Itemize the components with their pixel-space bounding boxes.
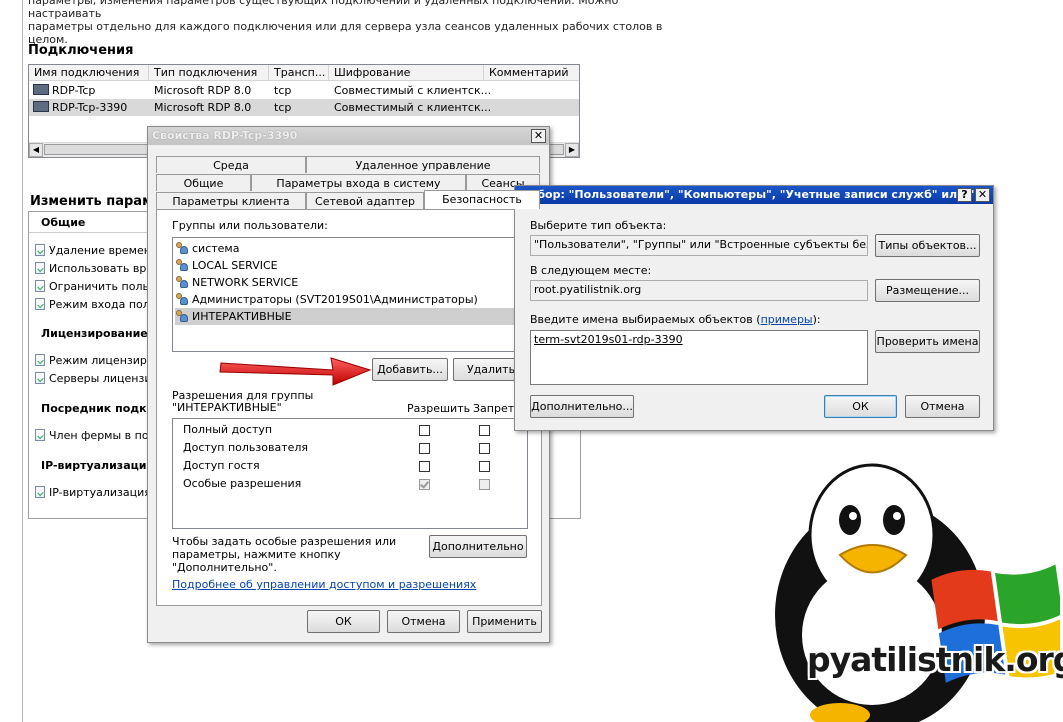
connection-icon: [33, 84, 49, 95]
permission-row: Особые разрешения: [183, 475, 523, 493]
setting-icon: [35, 262, 45, 274]
column-header-comment[interactable]: Комментарий: [484, 65, 579, 80]
close-icon[interactable]: ✕: [531, 129, 546, 143]
list-item[interactable]: Администраторы (SVT2019S01\Администратор…: [175, 291, 525, 308]
deny-checkbox-disabled: [479, 479, 490, 490]
deny-checkbox[interactable]: [479, 443, 490, 454]
help-link[interactable]: Подробнее об управлении доступом и разре…: [172, 578, 476, 591]
groups-label: Группы или пользователи:: [172, 219, 328, 232]
tab-remote-control[interactable]: Удаленное управление: [306, 156, 540, 173]
special-permissions-hint: Чтобы задать особые разрешения или парам…: [172, 535, 397, 574]
deny-checkbox[interactable]: [479, 425, 490, 436]
watermark-text: pyatilistnik.org: [807, 640, 1063, 679]
dialog-title: Выбор: "Пользователи", "Компьютеры", "Уч…: [519, 188, 987, 201]
tab-environment[interactable]: Среда: [156, 156, 306, 173]
select-title-bar[interactable]: Выбор: "Пользователи", "Компьютеры", "Уч…: [515, 186, 993, 204]
allow-checkbox[interactable]: [419, 461, 430, 472]
tab-security[interactable]: Безопасность: [424, 190, 540, 209]
security-tab-page: Группы или пользователи: система LOCAL S…: [156, 209, 542, 606]
object-names-input[interactable]: term-svt2019s01-rdp-3390: [530, 330, 868, 385]
ok-button[interactable]: ОК: [307, 610, 380, 633]
check-names-button[interactable]: Проверить имена: [875, 330, 980, 353]
user-group-icon: [175, 293, 189, 305]
object-type-label: Выберите тип объекта:: [530, 219, 667, 232]
properties-title-bar[interactable]: Свойства RDP-Tcp-3390: [148, 127, 549, 145]
allow-checkbox[interactable]: [419, 443, 430, 454]
permission-row: Полный доступ: [183, 421, 523, 439]
select-cancel-button[interactable]: Отмена: [905, 395, 980, 418]
setting-item[interactable]: Режим входа поль: [35, 297, 156, 313]
tab-general[interactable]: Общие: [156, 174, 251, 191]
red-arrow-annotation: [219, 357, 372, 386]
list-item[interactable]: LOCAL SERVICE: [175, 257, 525, 274]
allow-checkbox[interactable]: [419, 425, 430, 436]
permission-row: Доступ гостя: [183, 457, 523, 475]
advanced-button[interactable]: Дополнительно: [429, 535, 527, 558]
group-title-licensing: Лицензирование: [41, 327, 148, 340]
location-button[interactable]: Размещение...: [875, 279, 980, 302]
permissions-list: Полный доступ Доступ пользователя Доступ…: [172, 418, 528, 529]
users-list[interactable]: система LOCAL SERVICE NETWORK SERVICE Ад…: [172, 237, 528, 352]
names-label: Введите имена выбираемых объектов (приме…: [530, 313, 821, 326]
setting-item[interactable]: Режим лицензиров: [35, 353, 160, 369]
select-users-dialog: Выбор: "Пользователи", "Компьютеры", "Уч…: [514, 185, 994, 431]
user-group-icon: [175, 259, 189, 271]
setting-icon: [35, 372, 45, 384]
apply-button[interactable]: Применить: [467, 610, 542, 633]
permission-row: Доступ пользователя: [183, 439, 523, 457]
dialog-title: Свойства RDP-Tcp-3390: [152, 129, 298, 142]
user-group-icon: [175, 276, 189, 288]
column-header-encryption[interactable]: Шифрование: [329, 65, 484, 80]
setting-item[interactable]: Член фермы в пос: [35, 428, 155, 444]
cancel-button[interactable]: Отмена: [387, 610, 460, 633]
close-icon[interactable]: ✕: [975, 188, 990, 202]
list-header: Имя подключения Тип подключения Трансп..…: [29, 65, 579, 81]
user-group-icon: [175, 242, 189, 254]
select-ok-button[interactable]: ОК: [824, 395, 897, 418]
description-text: параметры, изменения параметров существу…: [28, 0, 663, 46]
connections-title: Подключения: [28, 43, 134, 58]
group-title-broker: Посредник подкл: [41, 402, 155, 415]
setting-icon: [35, 298, 45, 310]
list-item[interactable]: система: [175, 240, 525, 257]
table-row[interactable]: RDP-Tcp-3390 Microsoft RDP 8.0 tcp Совме…: [29, 99, 579, 116]
examples-link[interactable]: примеры: [761, 313, 813, 326]
setting-icon: [35, 280, 45, 292]
advanced-select-button[interactable]: Дополнительно...: [530, 395, 634, 418]
setting-icon: [35, 429, 45, 441]
column-header-name[interactable]: Имя подключения: [29, 65, 149, 80]
location-field: root.pyatilistnik.org: [530, 280, 868, 301]
setting-item[interactable]: IP-виртуализация: [35, 485, 151, 501]
column-header-type[interactable]: Тип подключения: [149, 65, 269, 80]
allow-checkbox-checked-disabled: [419, 479, 430, 490]
setting-item[interactable]: Ограничить польз: [35, 279, 155, 295]
group-title-general: Общие: [41, 216, 86, 229]
setting-icon: [35, 354, 45, 366]
scroll-right-icon[interactable]: ▶: [565, 143, 579, 157]
add-button[interactable]: Добавить...: [372, 358, 448, 381]
allow-header: Разрешить: [407, 402, 471, 415]
tab-logon-settings[interactable]: Параметры входа в систему: [251, 174, 466, 191]
user-group-icon: [175, 310, 189, 322]
list-item[interactable]: NETWORK SERVICE: [175, 274, 525, 291]
setting-item[interactable]: Серверы лицензир: [35, 371, 158, 387]
setting-item[interactable]: Использовать врем: [35, 261, 161, 277]
scroll-left-icon[interactable]: ◀: [29, 143, 43, 157]
setting-icon: [35, 244, 45, 256]
connection-icon: [33, 101, 49, 112]
location-label: В следующем месте:: [530, 264, 652, 277]
list-item-selected[interactable]: ИНТЕРАКТИВНЫЕ: [175, 308, 525, 325]
object-types-button[interactable]: Типы объектов...: [875, 234, 980, 257]
object-type-field: "Пользователи", "Группы" или "Встроенные…: [530, 235, 868, 256]
tab-network-adapter[interactable]: Сетевой адаптер: [306, 192, 424, 209]
group-title-ip-virtualization: IP-виртуализация: [41, 459, 154, 472]
help-icon[interactable]: ?: [957, 188, 972, 202]
penguin-logo: [775, 463, 1060, 722]
table-row[interactable]: RDP-Tcp Microsoft RDP 8.0 tcp Совместимы…: [29, 82, 579, 99]
setting-icon: [35, 486, 45, 498]
column-header-transport[interactable]: Трансп...: [269, 65, 329, 80]
tab-client-settings[interactable]: Параметры клиента: [156, 192, 306, 209]
deny-checkbox[interactable]: [479, 461, 490, 472]
